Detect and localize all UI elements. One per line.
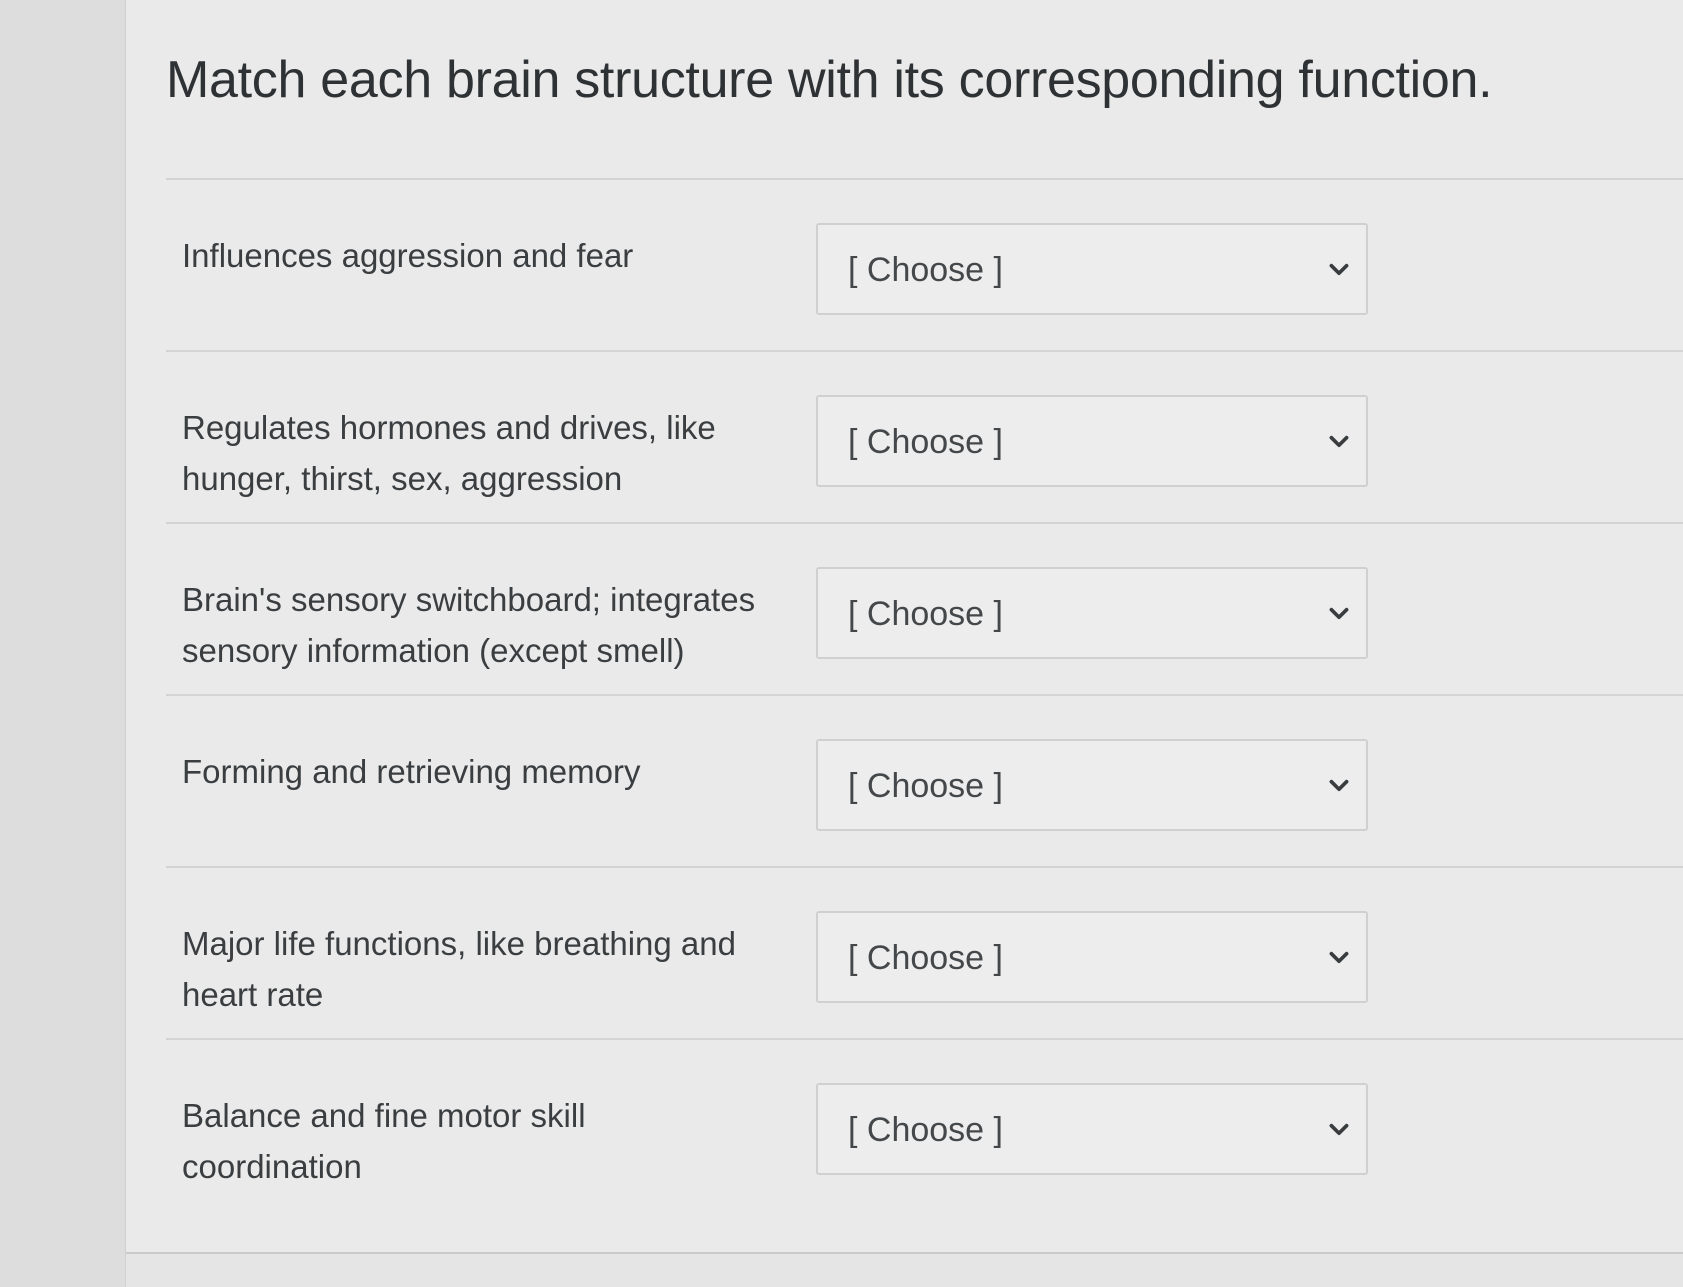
answer-dropdown[interactable]: [ Choose ] bbox=[816, 739, 1368, 831]
chevron-down-icon bbox=[1329, 435, 1349, 448]
match-row: Forming and retrieving memory [ Choose ] bbox=[166, 696, 1683, 868]
match-prompt: Brain's sensory switchboard; integrates … bbox=[182, 581, 756, 669]
chevron-down-icon bbox=[1329, 951, 1349, 964]
match-row: Regulates hormones and drives, like hung… bbox=[166, 352, 1683, 524]
answer-dropdown[interactable]: [ Choose ] bbox=[816, 1083, 1368, 1175]
dropdown-selected-value: [ Choose ] bbox=[848, 767, 1003, 805]
dropdown-selected-value: [ Choose ] bbox=[848, 1111, 1003, 1149]
match-row: Influences aggression and fear [ Choose … bbox=[166, 180, 1683, 352]
chevron-down-icon bbox=[1329, 263, 1349, 276]
match-prompt: Regulates hormones and drives, like hung… bbox=[182, 409, 716, 497]
dropdown-selected-value: [ Choose ] bbox=[848, 423, 1003, 461]
dropdown-selected-value: [ Choose ] bbox=[848, 595, 1003, 633]
question-title: Match each brain structure with its corr… bbox=[166, 51, 1493, 109]
dropdown-selected-value: [ Choose ] bbox=[848, 251, 1003, 289]
chevron-down-icon bbox=[1329, 1123, 1349, 1136]
match-prompt: Major life functions, like breathing and… bbox=[182, 925, 736, 1013]
chevron-down-icon bbox=[1329, 607, 1349, 620]
chevron-down-icon bbox=[1329, 779, 1349, 792]
match-list: Influences aggression and fear [ Choose … bbox=[166, 180, 1683, 1210]
match-row: Major life functions, like breathing and… bbox=[166, 868, 1683, 1040]
answer-dropdown[interactable]: [ Choose ] bbox=[816, 567, 1368, 659]
question-card: Match each brain structure with its corr… bbox=[126, 0, 1683, 1254]
answer-dropdown[interactable]: [ Choose ] bbox=[816, 223, 1368, 315]
answer-dropdown[interactable]: [ Choose ] bbox=[816, 911, 1368, 1003]
match-row: Balance and fine motor skill coordinatio… bbox=[166, 1040, 1683, 1210]
match-prompt: Balance and fine motor skill coordinatio… bbox=[182, 1097, 586, 1185]
match-prompt: Influences aggression and fear bbox=[182, 237, 634, 274]
match-row: Brain's sensory switchboard; integrates … bbox=[166, 524, 1683, 696]
left-gutter bbox=[0, 0, 126, 1287]
answer-dropdown[interactable]: [ Choose ] bbox=[816, 395, 1368, 487]
match-prompt: Forming and retrieving memory bbox=[182, 753, 641, 790]
dropdown-selected-value: [ Choose ] bbox=[848, 939, 1003, 977]
